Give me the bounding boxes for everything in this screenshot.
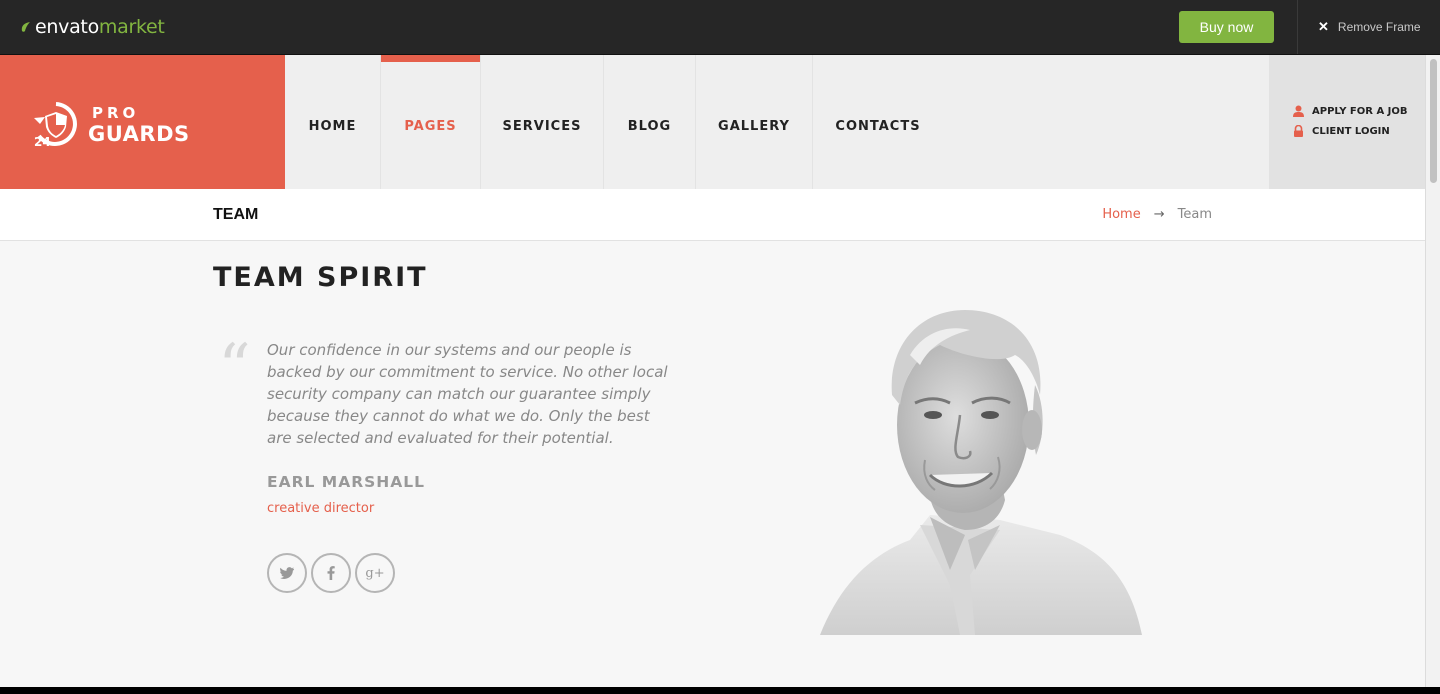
remove-frame-button[interactable]: ✕ Remove Frame (1297, 0, 1440, 54)
buy-now-button[interactable]: Buy now (1179, 11, 1274, 43)
site-frame: 24 PRO GUARDS HOME PAGES SERVICES BLOG G… (0, 55, 1425, 687)
site-logo[interactable]: 24 PRO GUARDS (0, 55, 285, 189)
envato-logo-text: envato (35, 16, 99, 38)
utility-links: APPLY FOR A JOB CLIENT LOGIN (1269, 55, 1425, 189)
arrow-right-icon: → (1153, 207, 1165, 222)
social-links: g+ (267, 553, 395, 593)
page-title-bar: TEAM Home → Team (0, 189, 1425, 241)
user-icon (1293, 105, 1304, 117)
shield-24-icon: 24 (34, 102, 77, 148)
scrollbar-thumb[interactable] (1430, 59, 1437, 183)
team-member-role: creative director (267, 501, 375, 516)
nav-label-pages: PAGES (404, 118, 457, 134)
nav-item-blog[interactable]: BLOG (604, 55, 696, 189)
team-member-name: EARL MARSHALL (267, 473, 426, 491)
lock-icon (1294, 125, 1303, 137)
nav-item-home[interactable]: HOME (285, 55, 381, 189)
envato-leaf-icon (21, 22, 30, 32)
envato-logo-market-text: market (98, 16, 165, 38)
google-plus-icon[interactable]: g+ (355, 553, 395, 593)
logo-guards-text: GUARDS (88, 122, 190, 146)
nav-label-gallery: GALLERY (718, 118, 790, 134)
nav-label-services: SERVICES (502, 118, 582, 134)
apply-for-job-link[interactable]: APPLY FOR A JOB (1293, 105, 1408, 117)
client-login-label: CLIENT LOGIN (1312, 125, 1390, 137)
page-scrollbar[interactable] (1425, 55, 1440, 687)
apply-for-job-label: APPLY FOR A JOB (1312, 105, 1408, 117)
main-nav: HOME PAGES SERVICES BLOG GALLERY CONTACT… (285, 55, 943, 189)
nav-label-contacts: CONTACTS (835, 118, 921, 134)
remove-frame-label: Remove Frame (1337, 20, 1421, 34)
close-icon: ✕ (1318, 19, 1329, 34)
site-header: 24 PRO GUARDS HOME PAGES SERVICES BLOG G… (0, 55, 1425, 189)
envato-frame-bar: envato market Buy now ✕ Remove Frame (0, 0, 1440, 55)
team-member-photo (820, 310, 1142, 635)
nav-item-pages[interactable]: PAGES (381, 55, 481, 189)
envato-market-logo[interactable]: envato market (20, 15, 165, 39)
client-login-link[interactable]: CLIENT LOGIN (1293, 125, 1390, 137)
nav-item-services[interactable]: SERVICES (481, 55, 604, 189)
google-plus-glyph: g+ (365, 565, 385, 581)
window-bottom-edge (0, 687, 1440, 694)
breadcrumb-home-link[interactable]: Home (1102, 207, 1140, 222)
breadcrumb: Home → Team (1102, 207, 1212, 222)
testimonial-quote: Our confidence in our systems and our pe… (267, 341, 668, 447)
nav-item-contacts[interactable]: CONTACTS (813, 55, 943, 189)
nav-item-gallery[interactable]: GALLERY (696, 55, 813, 189)
page-title: TEAM (213, 206, 259, 223)
twitter-icon[interactable] (267, 553, 307, 593)
logo-number: 24 (34, 135, 51, 148)
section-heading: TEAM SPIRIT (213, 262, 428, 293)
facebook-icon[interactable] (311, 553, 351, 593)
quote-icon: “ (218, 331, 251, 405)
nav-label-blog: BLOG (627, 118, 672, 134)
logo-pro-text: PRO (92, 104, 140, 122)
nav-label-home: HOME (308, 118, 357, 134)
breadcrumb-current: Team (1177, 207, 1212, 222)
